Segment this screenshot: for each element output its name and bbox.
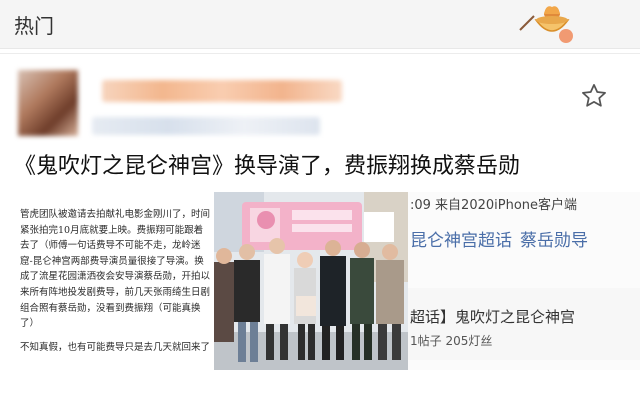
- supertopic-name[interactable]: 蔡岳勋导: [520, 231, 588, 251]
- body-paragraph: 管虎团队被邀请去拍献礼电影金刚川了，时间紧张拍完10月底就要上映。费振翔可能跟着…: [20, 209, 211, 330]
- cast-group-photo[interactable]: [214, 192, 408, 370]
- embedded-text-screenshot: 管虎团队被邀请去拍献礼电影金刚川了，时间紧张拍完10月底就要上映。费振翔可能跟着…: [20, 207, 210, 363]
- app-header: 热门: [0, 0, 640, 49]
- supertopic-line[interactable]: 昆仑神宫超话 蔡岳勋导: [410, 226, 588, 251]
- post-meta-blurred: [92, 117, 320, 135]
- group-photo-image: [214, 192, 408, 370]
- section-divider: [0, 53, 640, 54]
- username-blurred[interactable]: [102, 80, 342, 102]
- supertopic-card-title: 超话】鬼吹灯之昆仑神宫: [410, 308, 576, 326]
- embedded-weibo-screenshot: :09 来自2020iPhone客户端 昆仑神宫超话 蔡岳勋导 超话】鬼吹灯之昆仑…: [408, 192, 640, 370]
- avatar[interactable]: [18, 70, 78, 136]
- supertopic-card-stats: 1帖子 205灯丝: [410, 334, 493, 348]
- post-headline[interactable]: 《鬼吹灯之昆仑神宫》换导演了，费振翔换成蔡岳勋: [14, 150, 634, 184]
- star-outline-icon[interactable]: [580, 82, 608, 110]
- supertopic-card[interactable]: 超话】鬼吹灯之昆仑神宫 1帖子 205灯丝: [408, 288, 640, 360]
- body-paragraph: 不知真假，也有可能费导只是去几天就回来了: [20, 341, 211, 353]
- supertopic-tag[interactable]: 昆仑神宫超话: [410, 231, 512, 251]
- page-title: 热门: [14, 14, 54, 38]
- post-source-device: :09 来自2020iPhone客户端: [410, 198, 578, 213]
- noodle-bowl-icon[interactable]: [516, 2, 582, 44]
